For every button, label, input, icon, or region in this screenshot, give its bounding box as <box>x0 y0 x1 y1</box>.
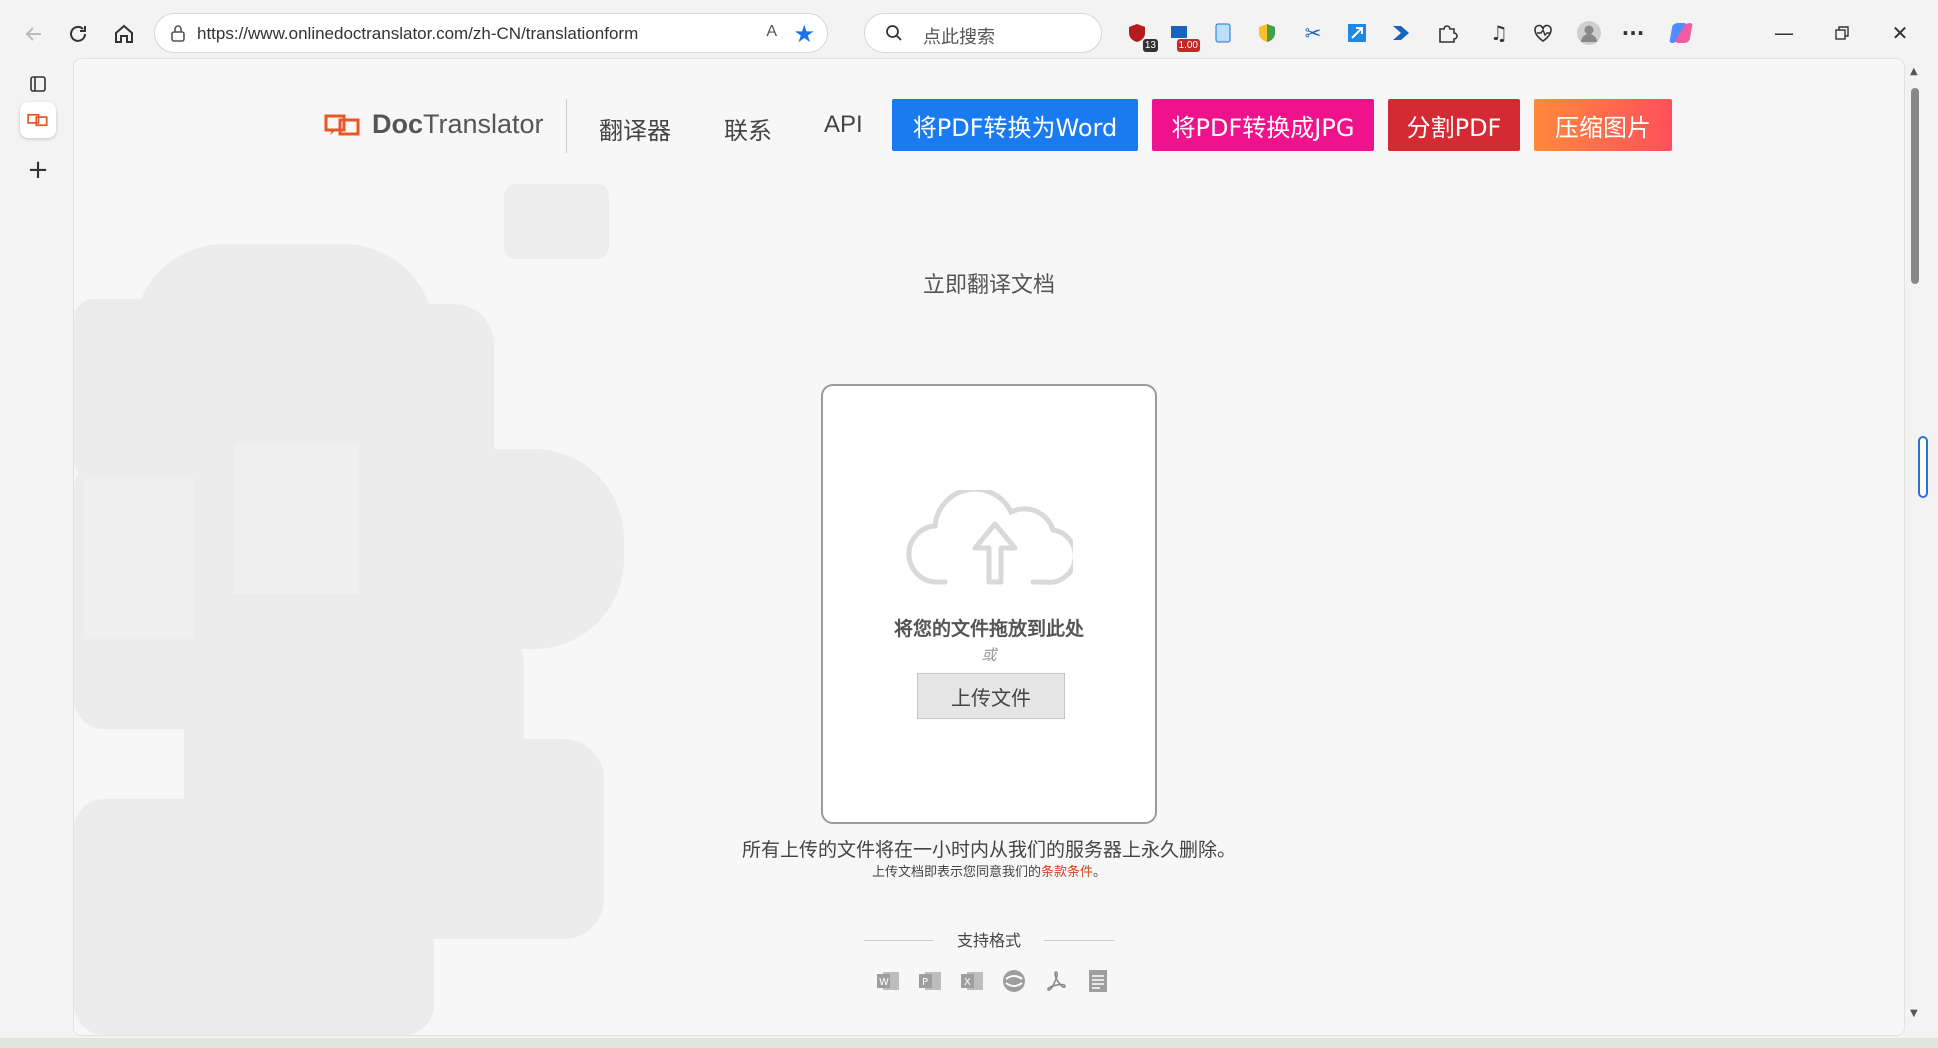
terms-suffix: 。 <box>1093 865 1107 880</box>
logo-text: DocTranslator <box>372 109 544 139</box>
page-scrollbar[interactable]: ▲ ▼ <box>1908 66 1924 1026</box>
supported-formats-list: W P X <box>874 967 1112 995</box>
home-icon[interactable] <box>106 16 142 52</box>
puzzle-extensions-icon[interactable] <box>1432 18 1462 48</box>
deletion-notice: 所有上传的文件将在一小时内从我们的服务器上永久删除。 <box>741 839 1236 861</box>
nav-translator-link[interactable]: 翻译器 <box>599 111 671 146</box>
nav-divider <box>566 99 567 153</box>
scroll-up-arrow-icon[interactable]: ▲ <box>1910 66 1918 77</box>
minimize-window-icon[interactable]: — <box>1766 18 1802 48</box>
resize-extension-icon[interactable] <box>1342 18 1372 48</box>
more-menu-icon[interactable]: ··· <box>1618 18 1648 48</box>
read-aloud-icon[interactable]: A <box>766 23 777 41</box>
shield-extension-icon[interactable]: 13 <box>1122 18 1158 52</box>
web-page: DocTranslator 翻译器 联系 API 将PDF转换为Word 将PD… <box>73 58 1905 1036</box>
profile-avatar-icon[interactable] <box>1574 18 1604 48</box>
arrow-extension-icon[interactable] <box>1386 18 1416 48</box>
terms-prefix: 上传文档即表示您同意我们的 <box>871 865 1041 880</box>
page-headline: 立即翻译文档 <box>922 273 1055 298</box>
copilot-icon[interactable] <box>1666 18 1696 48</box>
terms-notice: 上传文档即表示您同意我们的条款条件。 <box>74 861 1904 880</box>
scissors-extension-icon[interactable]: ✂ <box>1298 18 1328 48</box>
background-speech-bubbles <box>74 184 624 1035</box>
nav-api-link[interactable]: API <box>824 111 863 139</box>
text-file-icon <box>1084 967 1112 995</box>
split-pdf-button[interactable]: 分割PDF <box>1388 99 1520 151</box>
powerpoint-icon: P <box>916 967 944 995</box>
pdf-to-word-button[interactable]: 将PDF转换为Word <box>892 99 1138 151</box>
compress-image-button[interactable]: 压缩图片 <box>1534 99 1672 151</box>
doctranslator-logo[interactable]: DocTranslator <box>324 109 544 140</box>
svg-text:W: W <box>879 977 889 988</box>
scrollbar-thumb[interactable] <box>1911 88 1919 284</box>
svg-text:P: P <box>922 977 928 988</box>
openoffice-icon <box>1000 967 1028 995</box>
vertical-tab-rail: + <box>0 66 72 1041</box>
music-icon[interactable]: ♫ <box>1484 18 1514 48</box>
url-text[interactable]: https://www.onlinedoctranslator.com/zh-C… <box>197 24 638 44</box>
heartbeat-icon[interactable] <box>1528 18 1558 48</box>
restore-window-icon[interactable] <box>1824 18 1860 48</box>
flag-extension-icon[interactable]: 1.00 <box>1164 18 1200 52</box>
search-icon <box>886 25 902 41</box>
cloud-upload-icon <box>906 490 1073 585</box>
lock-icon[interactable] <box>169 24 187 42</box>
supported-formats-title: 支持格式 <box>956 931 1021 950</box>
scroll-down-arrow-icon[interactable]: ▼ <box>1910 1008 1918 1019</box>
drop-instruction: 将您的文件拖放到此处 <box>893 618 1084 640</box>
new-tab-plus-icon[interactable]: + <box>20 152 56 188</box>
search-placeholder: 点此搜索 <box>923 27 995 48</box>
doc-extension-icon[interactable] <box>1208 18 1238 48</box>
pdf-icon <box>1042 967 1070 995</box>
svg-text:X: X <box>964 977 971 988</box>
logo-icon <box>324 114 360 135</box>
tab-actions-icon[interactable] <box>20 66 56 102</box>
site-header: DocTranslator 翻译器 联系 API 将PDF转换为Word 将PD… <box>74 99 1904 159</box>
word-icon: W <box>874 967 902 995</box>
search-box[interactable]: 点此搜索 <box>864 13 1102 53</box>
formats-divider-right <box>1044 940 1114 941</box>
file-drop-zone[interactable]: 将您的文件拖放到此处 或 上传文件 <box>821 384 1157 824</box>
pdf-to-jpg-button[interactable]: 将PDF转换成JPG <box>1152 99 1374 151</box>
back-arrow-icon[interactable] <box>16 16 52 52</box>
active-tab-doctranslator-icon[interactable] <box>20 102 56 138</box>
close-window-icon[interactable]: ✕ <box>1882 18 1918 48</box>
or-separator: 或 <box>981 646 997 664</box>
taskbar-edge <box>0 1038 1938 1048</box>
edge-side-handle[interactable] <box>1918 436 1928 498</box>
upload-file-button[interactable]: 上传文件 <box>917 673 1065 719</box>
browser-toolbar: https://www.onlinedoctranslator.com/zh-C… <box>0 0 1938 66</box>
address-bar[interactable]: https://www.onlinedoctranslator.com/zh-C… <box>154 13 828 53</box>
favorite-star-icon[interactable]: ★ <box>793 20 815 48</box>
nav-contact-link[interactable]: 联系 <box>724 111 772 146</box>
color-extension-icon[interactable] <box>1252 18 1282 48</box>
terms-link[interactable]: 条款条件 <box>1041 865 1093 880</box>
refresh-icon[interactable] <box>60 16 96 52</box>
excel-icon: X <box>958 967 986 995</box>
